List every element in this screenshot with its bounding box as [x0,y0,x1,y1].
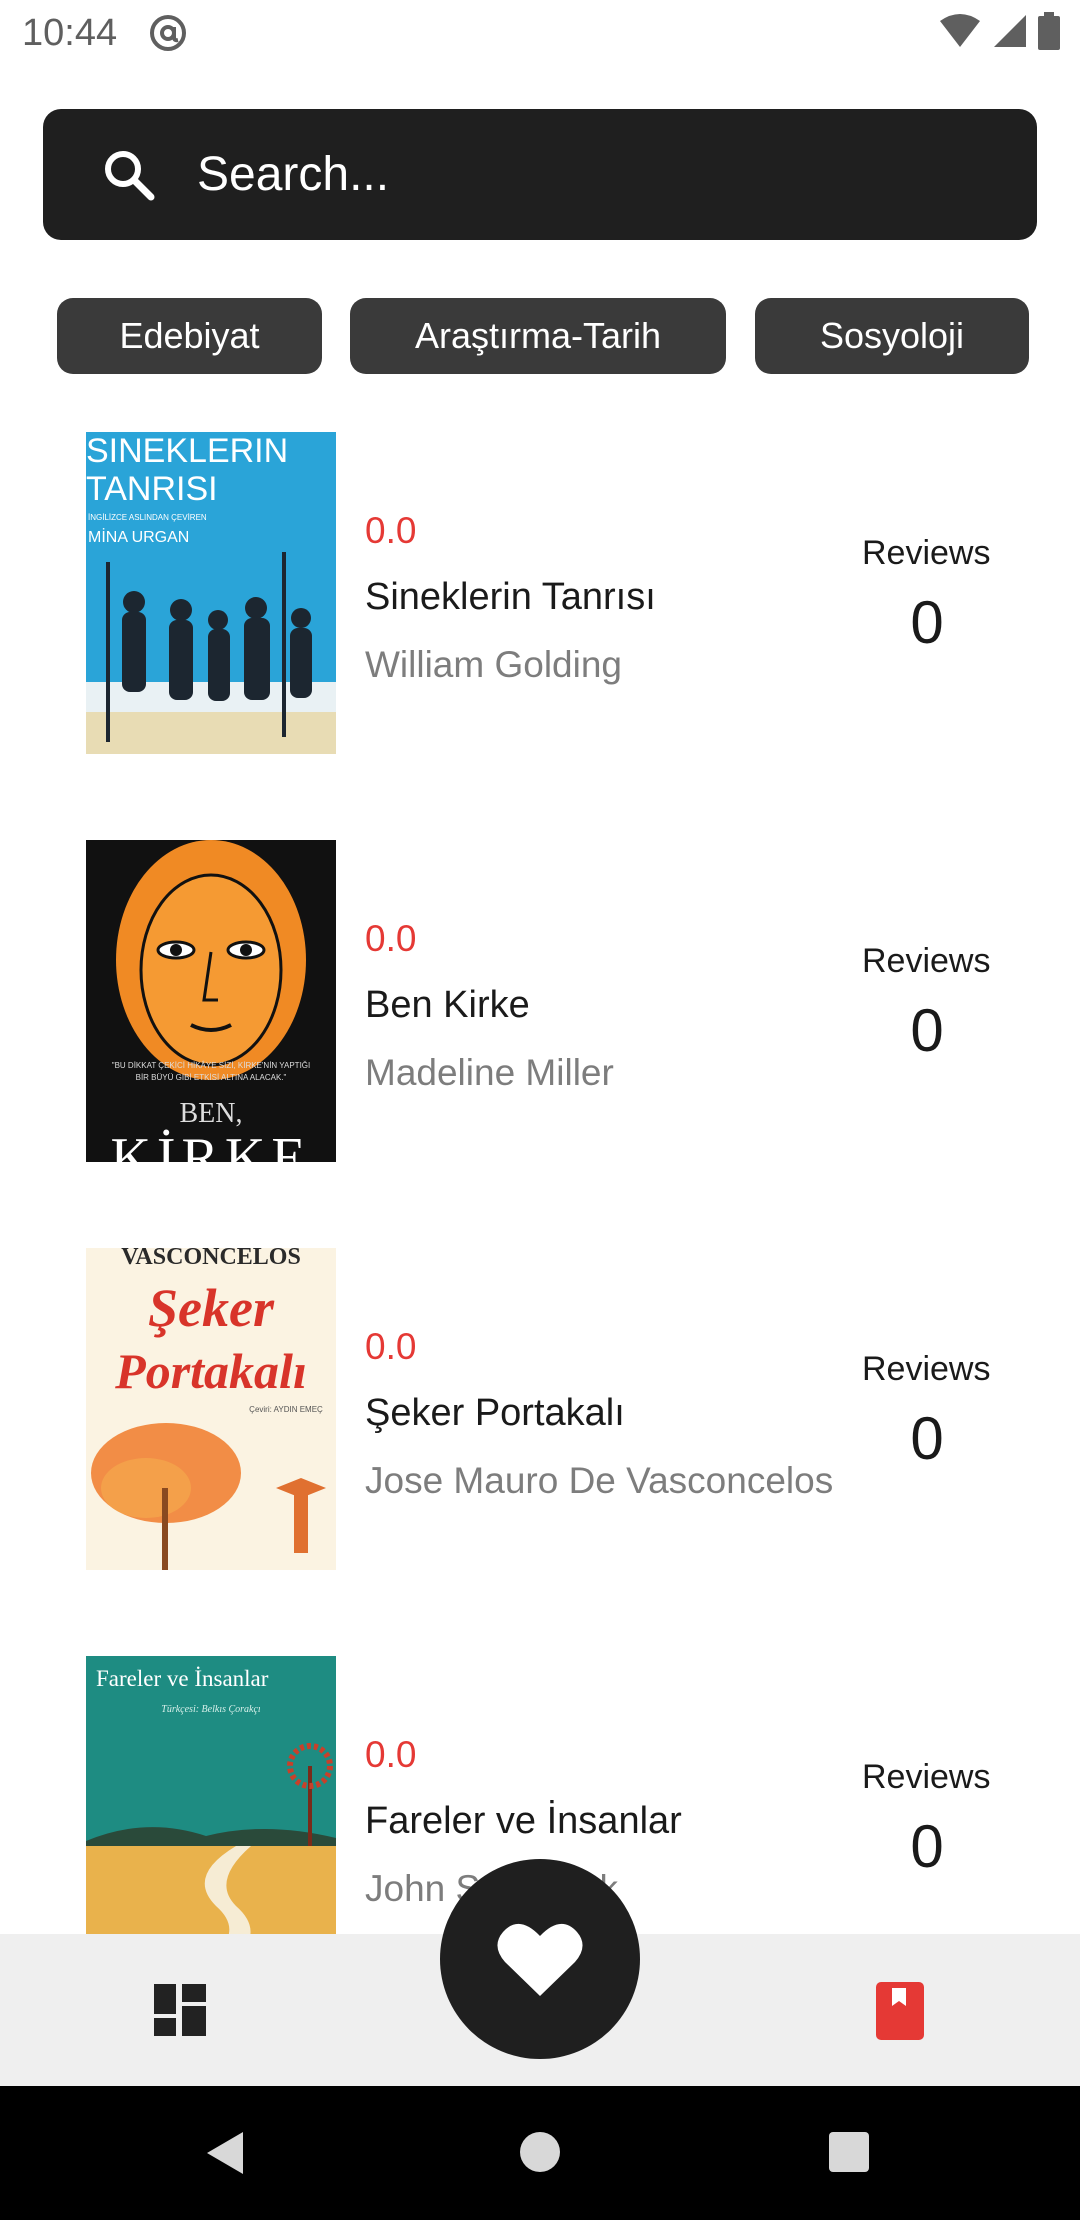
at-sign-icon [150,15,186,51]
cover-title: BEN, [180,1098,243,1129]
book-author: William Golding [365,644,623,685]
cover-subtitle: MİNA URGAN [88,527,189,546]
book-list-item[interactable]: "BU DİKKAT ÇEKİCİ HİKÂYE SİZİ, KİRKE'NİN… [0,840,1080,1162]
signal-icon [994,15,1026,47]
cover-title: SINEKLERIN [86,432,288,470]
search-bar[interactable]: Search... [43,109,1037,240]
cover-title: Şeker [148,1278,275,1338]
cover-translator: Çeviri: AYDIN EMEÇ [249,1405,323,1414]
reviews-count: 0 [910,589,944,656]
battery-icon [1038,12,1060,50]
cover-subtitle: İNGİLİZCE ASLINDAN ÇEVİREN [88,513,207,522]
book-cover-image: SINEKLERIN TANRISI İNGİLİZCE ASLINDAN ÇE… [86,432,336,754]
back-icon[interactable] [205,2130,245,2176]
reviews-label: Reviews [862,1350,991,1388]
book-cover-image: VASCONCELOS Şeker Portakalı Çeviri: AYDI… [86,1248,336,1570]
cover-author: VASCONCELOS [121,1248,301,1270]
cover-title: Portakalı [114,1343,307,1399]
category-chip-sosyoloji[interactable]: Sosyoloji [755,298,1029,374]
book-title: Sineklerin Tanrısı [365,576,656,618]
home-icon[interactable] [520,2132,560,2172]
recent-apps-icon[interactable] [829,2132,869,2172]
cover-title: KİRKE [110,1127,311,1162]
reviews-label: Reviews [862,534,991,572]
dashboard-icon[interactable] [154,1984,206,2036]
book-author: Jose Mauro De Vasconcelos [365,1460,834,1501]
search-icon [105,151,155,201]
reviews-label: Reviews [862,1758,991,1796]
category-chip-edebiyat[interactable]: Edebiyat [57,298,322,374]
cover-quote: BİR BÜYÜ GİBİ ETKİSİ ALTINA ALACAK." [136,1073,287,1082]
reviews-label: Reviews [862,942,991,980]
book-rating: 0.0 [365,1734,417,1775]
book-rating: 0.0 [365,918,417,959]
book-title: Şeker Portakalı [365,1392,625,1434]
system-navigation-bar [0,2086,1080,2220]
reviews-count: 0 [910,1405,944,1472]
book-rating: 0.0 [365,510,417,551]
book-list-item[interactable]: SINEKLERIN TANRISI İNGİLİZCE ASLINDAN ÇE… [0,432,1080,754]
book-title: Fareler ve İnsanlar [365,1800,682,1842]
status-time: 10:44 [22,12,118,54]
heart-icon [497,1923,583,1996]
book-cover-image: Fareler ve İnsanlar Türkçesi: Belkıs Çor… [86,1656,336,1934]
wifi-icon [940,14,980,47]
book-title: Ben Kirke [365,984,530,1026]
cover-quote: "BU DİKKAT ÇEKİCİ HİKÂYE SİZİ, KİRKE'NİN… [112,1061,311,1070]
category-chip-arastirma-tarih[interactable]: Araştırma-Tarih [350,298,726,374]
book-rating: 0.0 [365,1326,417,1367]
bookmark-icon[interactable] [876,1982,924,2040]
book-cover-image: "BU DİKKAT ÇEKİCİ HİKÂYE SİZİ, KİRKE'NİN… [86,840,336,1162]
cover-title: Fareler ve İnsanlar [96,1666,269,1691]
search-input[interactable]: Search... [197,147,389,202]
cover-translator: Türkçesi: Belkıs Çorakçı [161,1704,261,1715]
cover-title: TANRISI [86,470,218,508]
status-bar: 10:44 [0,0,1080,68]
status-icons [938,12,1060,50]
book-author: Madeline Miller [365,1052,614,1093]
reviews-count: 0 [910,997,944,1064]
book-list-item[interactable]: VASCONCELOS Şeker Portakalı Çeviri: AYDI… [0,1248,1080,1570]
favorite-fab-button[interactable] [440,1859,640,2059]
reviews-count: 0 [910,1813,944,1880]
